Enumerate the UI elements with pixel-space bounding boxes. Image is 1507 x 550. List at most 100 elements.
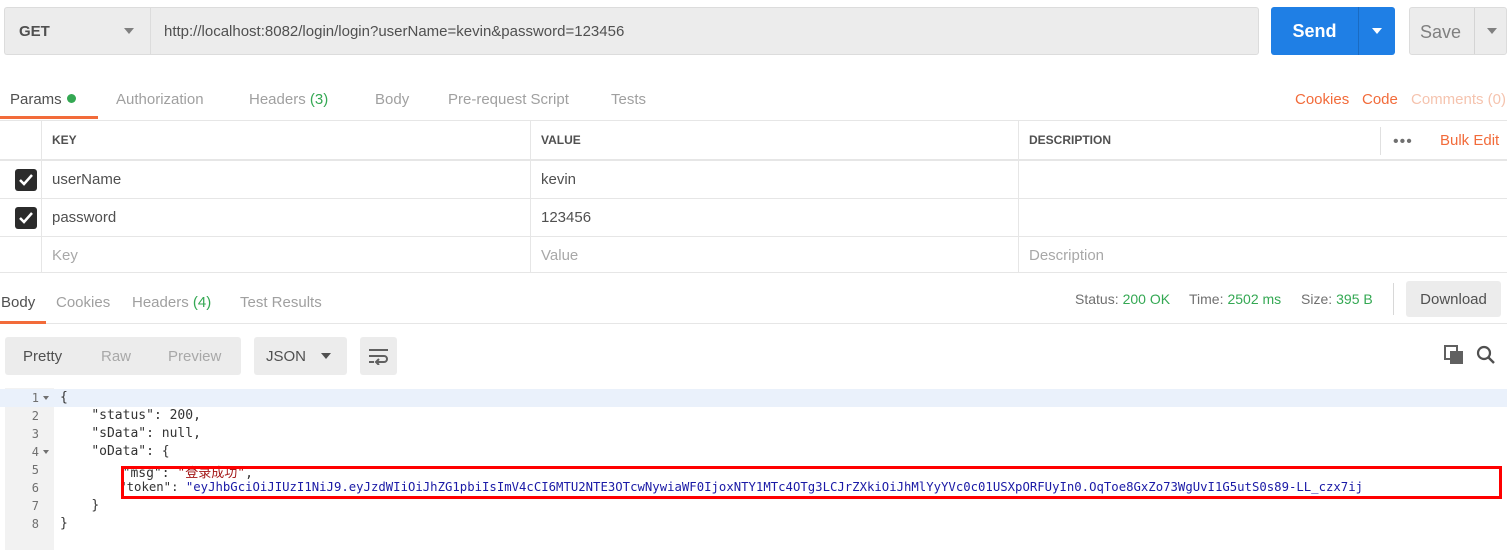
raw-button[interactable]: Raw	[101, 337, 131, 375]
tab-body[interactable]: Body	[375, 91, 409, 108]
tab-response-headers[interactable]: Headers (4)	[132, 294, 211, 311]
param-key-cell[interactable]: userName	[41, 161, 531, 198]
copy-icon[interactable]	[1444, 345, 1464, 365]
active-tab-underline	[0, 321, 46, 324]
wrap-lines-icon	[369, 349, 388, 365]
size-value: 395 B	[1336, 291, 1373, 307]
column-header-key: KEY	[41, 121, 531, 159]
active-tab-underline	[0, 116, 98, 119]
table-row: password 123456	[0, 199, 1507, 237]
param-description-cell[interactable]	[1018, 161, 1507, 198]
save-button[interactable]: Save	[1409, 7, 1507, 55]
code-line: 2 "status": 200,	[0, 407, 1507, 425]
pretty-button[interactable]: Pretty	[23, 337, 62, 375]
param-description-cell[interactable]	[1018, 199, 1507, 236]
download-button[interactable]: Download	[1406, 281, 1501, 317]
code-text: {	[60, 390, 68, 405]
param-value-cell[interactable]: kevin	[530, 161, 1019, 198]
header-divider	[1380, 127, 1381, 155]
fold-arrow-icon[interactable]	[43, 450, 49, 454]
checkmark-icon	[19, 174, 33, 186]
new-description-input[interactable]: Description	[1018, 237, 1507, 273]
param-value-cell[interactable]: 123456	[530, 199, 1019, 236]
tab-response-body[interactable]: Body	[1, 294, 35, 311]
send-options-button[interactable]	[1358, 7, 1395, 55]
size-readout: Size: 395 B	[1301, 291, 1373, 307]
bulk-edit-link[interactable]: Bulk Edit	[1440, 132, 1499, 149]
tab-pre-request-script[interactable]: Pre-request Script	[448, 91, 569, 108]
request-tabs: Params Authorization Headers (3) Body Pr…	[0, 80, 1507, 120]
tab-prerequest-label: Pre-request Script	[448, 91, 569, 108]
url-text: http://localhost:8082/login/login?userNa…	[164, 22, 625, 40]
view-mode-group: Pretty Raw Preview	[5, 337, 241, 375]
method-select[interactable]: GET	[4, 7, 150, 55]
preview-button[interactable]: Preview	[168, 337, 221, 375]
save-options-button[interactable]	[1474, 8, 1507, 54]
code-link[interactable]: Code	[1362, 91, 1398, 108]
tab-response-cookies[interactable]: Cookies	[56, 294, 110, 311]
line-number: 3	[31, 427, 39, 441]
json-null: null	[161, 426, 194, 441]
send-button[interactable]: Send	[1271, 7, 1395, 55]
request-bar: GET http://localhost:8082/login/login?us…	[0, 0, 1507, 62]
tab-authorization[interactable]: Authorization	[116, 91, 204, 108]
time-label: Time:	[1189, 291, 1224, 307]
format-select[interactable]: JSON	[254, 337, 347, 375]
column-header-value: VALUE	[530, 121, 1019, 159]
row-checkbox[interactable]	[15, 169, 37, 191]
json-number: 200	[169, 408, 194, 423]
json-key: "status"	[91, 408, 154, 423]
json-key: "oData"	[91, 444, 147, 459]
checkmark-icon	[19, 212, 33, 224]
new-value-input[interactable]: Value	[530, 237, 1019, 273]
chevron-down-icon	[1487, 28, 1497, 34]
fold-arrow-icon[interactable]	[43, 396, 49, 400]
method-label: GET	[19, 22, 50, 40]
more-options-icon[interactable]: •••	[1393, 133, 1413, 151]
response-headers-count: (4)	[192, 294, 212, 311]
status-label: Status:	[1075, 291, 1119, 307]
status-readout: Status: 200 OK	[1075, 291, 1170, 307]
headers-count: (3)	[309, 91, 329, 108]
send-label: Send	[1292, 20, 1337, 41]
line-number: 5	[31, 463, 39, 477]
code-line: 4 "oData": {	[0, 443, 1507, 461]
comments-link[interactable]: Comments (0)	[1411, 91, 1506, 108]
line-number: 6	[31, 481, 39, 495]
code-text: "status": 200,	[91, 408, 201, 423]
search-icon[interactable]	[1476, 345, 1496, 365]
code-line: 1 {	[0, 389, 1507, 407]
status-value: 200 OK	[1122, 291, 1171, 307]
line-number: 8	[31, 517, 39, 531]
tab-tests[interactable]: Tests	[611, 91, 646, 108]
code-text: }	[60, 516, 68, 531]
new-key-input[interactable]: Key	[41, 237, 531, 273]
line-number: 4	[31, 445, 39, 459]
chevron-down-icon	[321, 353, 331, 359]
tab-params[interactable]: Params	[10, 91, 76, 108]
url-input[interactable]: http://localhost:8082/login/login?userNa…	[150, 7, 1259, 55]
tab-test-results[interactable]: Test Results	[240, 294, 322, 311]
cookies-link[interactable]: Cookies	[1295, 91, 1349, 108]
json-brace: }	[91, 498, 100, 513]
tab-params-label: Params	[10, 91, 62, 108]
time-readout: Time: 2502 ms	[1189, 291, 1281, 307]
chevron-down-icon	[1372, 28, 1382, 34]
row-checkbox[interactable]	[15, 207, 37, 229]
json-brace: {	[161, 444, 170, 459]
tab-tests-label: Tests	[611, 91, 647, 108]
json-key: "sData"	[91, 426, 147, 441]
table-header: KEY VALUE DESCRIPTION ••• Bulk Edit	[0, 121, 1507, 161]
code-text: "sData": null,	[91, 426, 201, 441]
line-number: 7	[31, 499, 39, 513]
tab-response-headers-label: Headers	[132, 294, 189, 311]
tab-headers[interactable]: Headers (3)	[249, 91, 328, 108]
code-line: 8 }	[0, 515, 1507, 533]
table-row-new: Key Value Description	[0, 237, 1507, 273]
wrap-lines-button[interactable]	[360, 337, 397, 375]
time-value: 2502 ms	[1227, 291, 1282, 307]
format-label: JSON	[266, 347, 307, 365]
param-key-cell[interactable]: password	[41, 199, 531, 236]
highlight-box	[121, 466, 1502, 499]
table-row: userName kevin	[0, 161, 1507, 199]
